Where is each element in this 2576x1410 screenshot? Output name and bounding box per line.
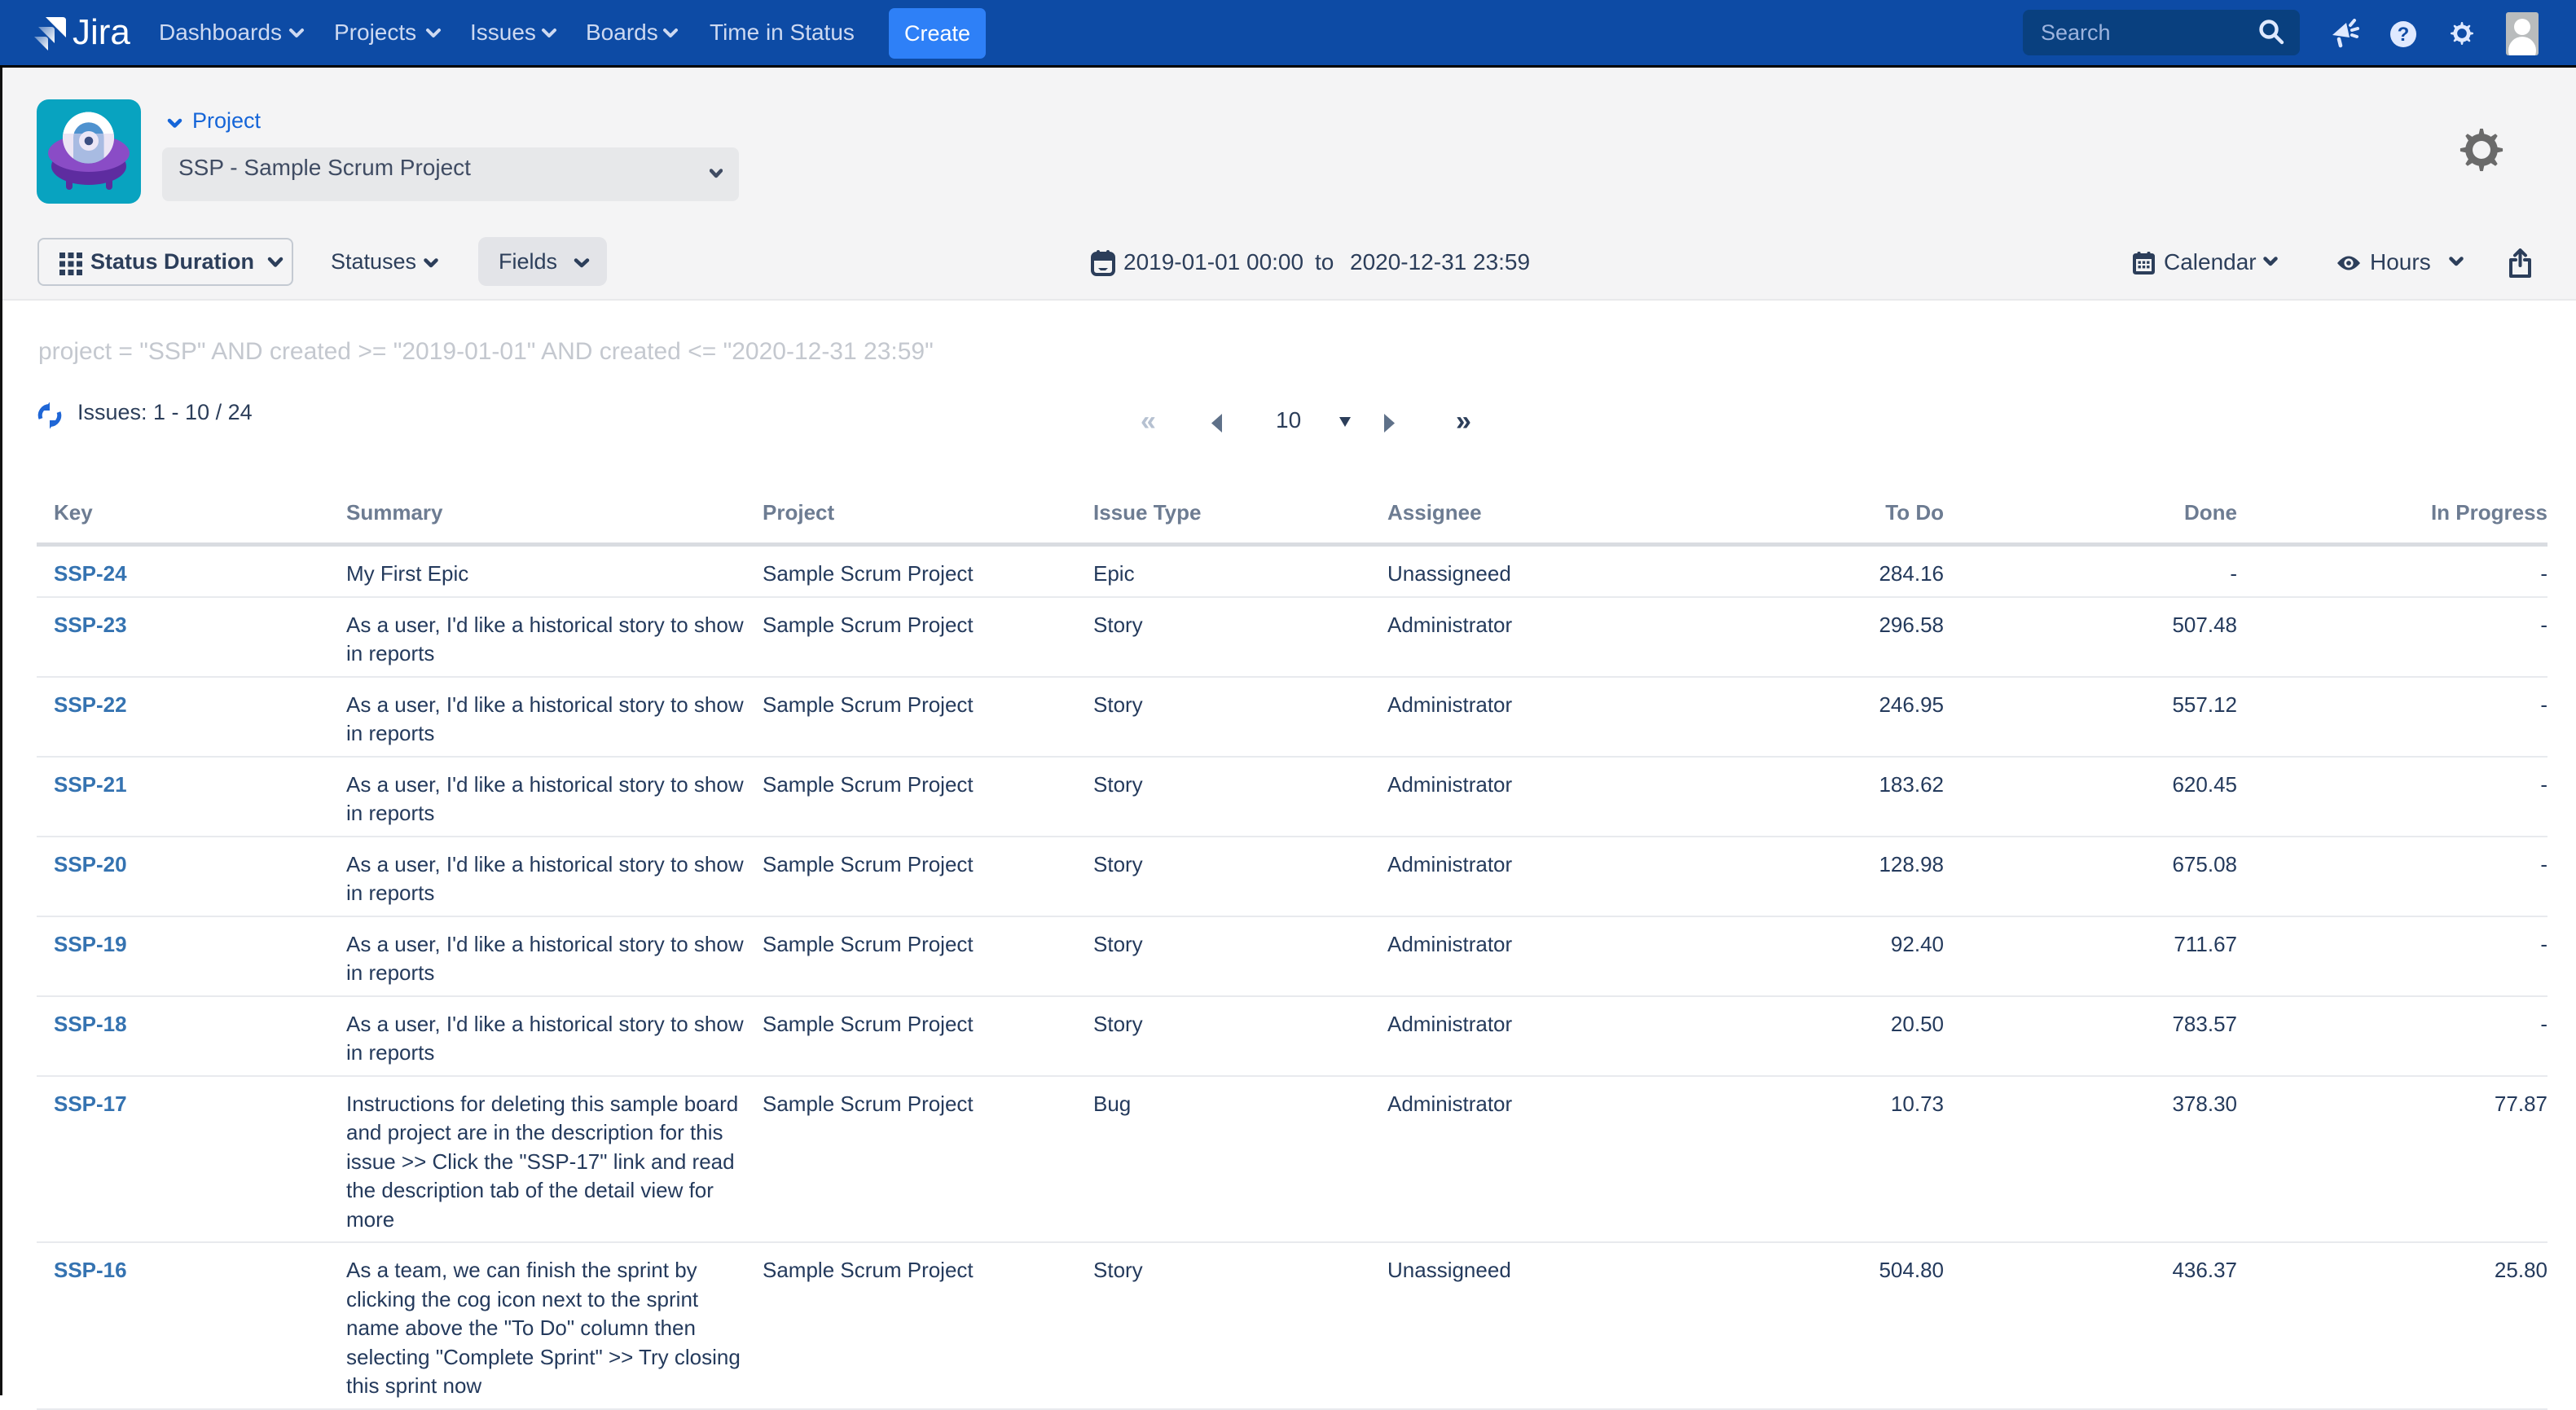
svg-text:?: ? [2398, 24, 2410, 46]
